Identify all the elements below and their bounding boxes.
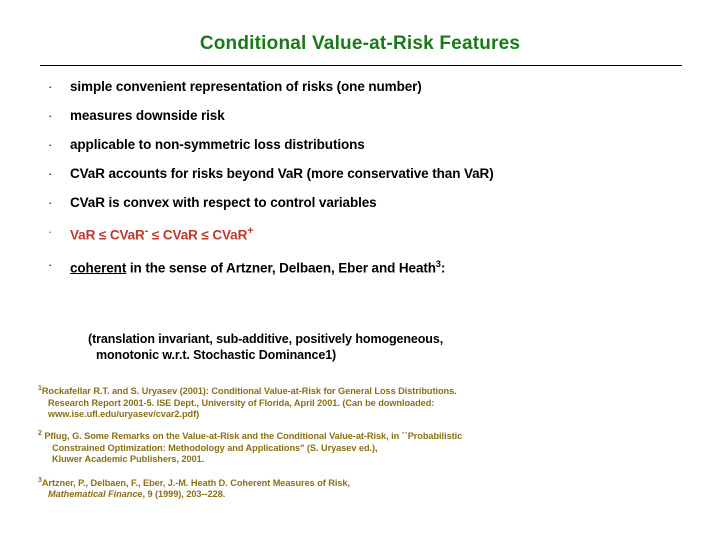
list-item-label: CVaR accounts for risks beyond VaR (more… [70, 166, 494, 181]
footnote-line: 2 Pflug, G. Some Remarks on the Value-at… [38, 428, 698, 443]
footnote-references: 1Rockafellar R.T. and S. Uryasev (2001):… [38, 383, 698, 507]
list-item-label: simple convenient representation of risk… [70, 79, 422, 94]
coherent-properties-note: (translation invariant, sub-additive, po… [88, 331, 648, 363]
bullet-marker-icon: · [48, 108, 53, 123]
properties-line-2: monotonic w.r.t. Stochastic Dominance1) [96, 348, 337, 362]
properties-line-1: (translation invariant, sub-additive, po… [88, 332, 444, 346]
coherent-statement: coherent in the sense of Artzner, Delbae… [70, 256, 445, 277]
bullet-marker-icon: · [48, 224, 53, 239]
formula-part-1: VaR ≤ CVaR [70, 227, 145, 243]
coherent-tail: : [440, 260, 446, 275]
list-item: · measures downside risk [44, 107, 704, 124]
bullet-marker-icon: · [48, 195, 53, 210]
footnote-line: Kluwer Academic Publishers, 2001. [52, 454, 205, 465]
coherent-keyword: coherent [70, 260, 127, 275]
journal-name: Mathematical Finance [48, 489, 143, 500]
formula-superscript-plus: + [247, 225, 254, 237]
list-item: · applicable to non-symmetric loss distr… [44, 136, 704, 153]
footnote-line: Research Report 2001-5. ISE Dept., Unive… [48, 397, 435, 408]
footnote-line: 1Rockafellar R.T. and S. Uryasev (2001):… [38, 383, 698, 398]
list-item-coherent: · coherent in the sense of Artzner, Delb… [44, 256, 704, 277]
footnote-item: 2 Pflug, G. Some Remarks on the Value-at… [38, 428, 698, 466]
footnote-line: www.ise.ufl.edu/uryasev/cvar2.pdf) [48, 409, 200, 420]
footnote-item: 3Artzner, P., Delbaen, F., Eber, J.-M. H… [38, 475, 698, 501]
list-item-label: measures downside risk [70, 108, 225, 123]
footnote-text: Pflug, G. Some Remarks on the Value-at-R… [41, 430, 463, 441]
inequality-formula: VaR ≤ CVaR- ≤ CVaR ≤ CVaR+ [70, 223, 254, 244]
footnote-line: Mathematical Finance, 9 (1999), 203--228… [38, 489, 698, 501]
list-item: · simple convenient representation of ri… [44, 78, 704, 95]
list-item: · CVaR accounts for risks beyond VaR (mo… [44, 165, 704, 182]
footnote-line: Constrained Optimization: Methodology an… [52, 442, 378, 453]
coherent-rest: in the sense of Artzner, Delbaen, Eber a… [126, 260, 436, 275]
footnote-text: Artzner, P., Delbaen, F., Eber, J.-M. He… [41, 477, 350, 488]
footnote-text: Rockafellar R.T. and S. Uryasev (2001): … [41, 386, 457, 397]
bullet-marker-icon: · [48, 166, 53, 181]
bullet-marker-icon: · [48, 137, 53, 152]
footnote-line: 3Artzner, P., Delbaen, F., Eber, J.-M. H… [38, 475, 698, 490]
bullet-marker-icon: · [48, 256, 53, 272]
slide-canvas: Conditional Value-at-Risk Features · sim… [0, 0, 720, 540]
bullet-list: · simple convenient representation of ri… [44, 78, 704, 288]
formula-part-2: ≤ CVaR ≤ CVaR [148, 227, 248, 243]
footnote-item: 1Rockafellar R.T. and S. Uryasev (2001):… [38, 383, 698, 421]
title-divider [40, 65, 682, 66]
list-item-inequality: · VaR ≤ CVaR- ≤ CVaR ≤ CVaR+ [44, 223, 704, 244]
page-title: Conditional Value-at-Risk Features [199, 33, 521, 54]
bullet-marker-icon: · [48, 79, 53, 94]
list-item-label: CVaR is convex with respect to control v… [70, 195, 377, 210]
list-item-label: applicable to non-symmetric loss distrib… [70, 137, 365, 152]
list-item: · CVaR is convex with respect to control… [44, 194, 704, 211]
journal-citation: , 9 (1999), 203--228. [142, 489, 226, 500]
